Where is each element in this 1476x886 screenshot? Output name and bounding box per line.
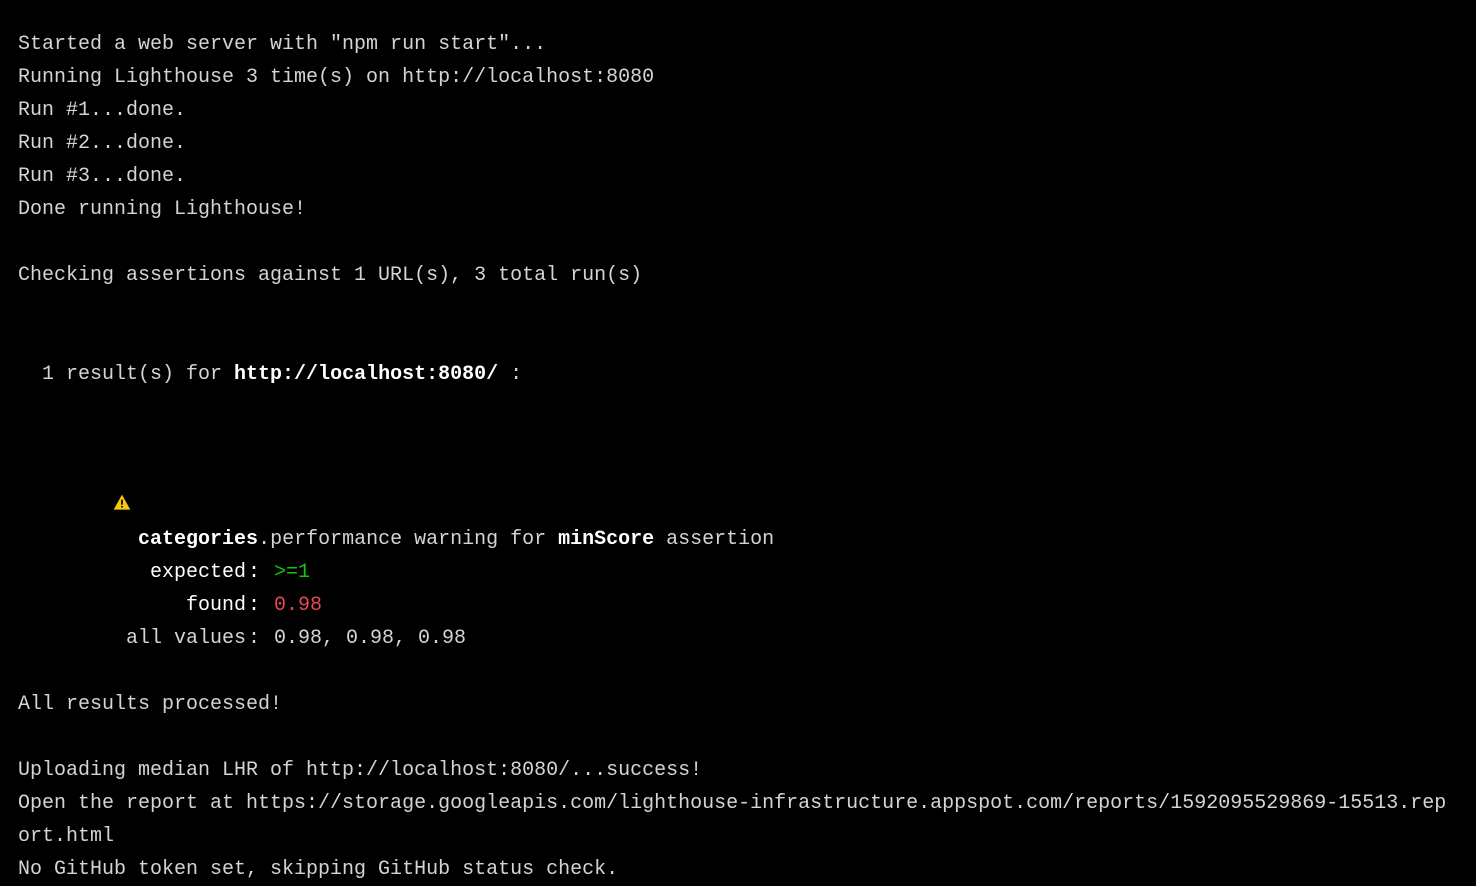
log-line-done: Done running Lighthouse!	[18, 193, 1458, 226]
expected-label: expected	[18, 556, 246, 589]
log-line-checking: Checking assertions against 1 URL(s), 3 …	[18, 259, 1458, 292]
warning-icon	[64, 457, 132, 556]
found-value: 0.98	[274, 589, 322, 622]
log-line-run2: Run #2...done.	[18, 127, 1458, 160]
assertion-suffix: assertion	[654, 528, 774, 551]
log-line-github: No GitHub token set, skipping GitHub sta…	[18, 853, 1458, 886]
log-line-run1: Run #1...done.	[18, 94, 1458, 127]
log-line-upload: Uploading median LHR of http://localhost…	[18, 754, 1458, 787]
log-line-all-processed: All results processed!	[18, 688, 1458, 721]
allvalues-label: all values	[18, 622, 246, 655]
log-line-open-report: Open the report at https://storage.googl…	[18, 787, 1458, 853]
log-line-blank	[18, 655, 1458, 688]
log-line-run3: Run #3...done.	[18, 160, 1458, 193]
kv-separator: :	[246, 556, 274, 589]
kv-separator: :	[246, 589, 274, 622]
log-line-blank	[18, 226, 1458, 259]
assertion-category-rest: .performance warning for	[258, 528, 558, 551]
results-url: http://localhost:8080/	[234, 363, 498, 386]
assertion-expected-row: expected: >=1	[18, 556, 1458, 589]
assertion-warning-line: categories.performance warning for minSc…	[18, 424, 1458, 556]
log-line-blank	[18, 721, 1458, 754]
assertion-allvalues-row: all values: 0.98, 0.98, 0.98	[18, 622, 1458, 655]
found-label: found	[18, 589, 246, 622]
assertion-found-row: found: 0.98	[18, 589, 1458, 622]
results-prefix: 1 result(s) for	[42, 363, 234, 386]
assertion-category: categories	[138, 528, 258, 551]
log-line-results-header: 1 result(s) for http://localhost:8080/ :	[18, 325, 1458, 391]
log-line-blank	[18, 292, 1458, 325]
log-line-running: Running Lighthouse 3 time(s) on http://l…	[18, 61, 1458, 94]
log-line-server-start: Started a web server with "npm run start…	[18, 28, 1458, 61]
allvalues-value: 0.98, 0.98, 0.98	[274, 622, 466, 655]
expected-value: >=1	[274, 556, 310, 589]
log-line-blank	[18, 391, 1458, 424]
kv-separator: :	[246, 622, 274, 655]
results-suffix: :	[498, 363, 522, 386]
assertion-minscore: minScore	[558, 528, 654, 551]
